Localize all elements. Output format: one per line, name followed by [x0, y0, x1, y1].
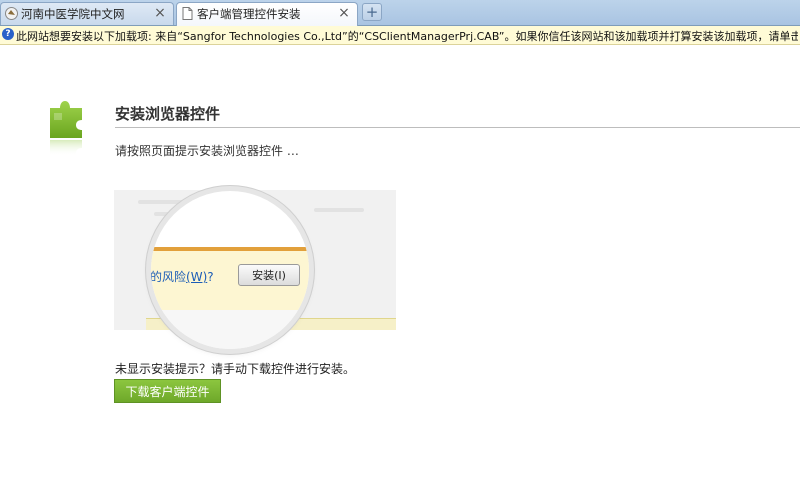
risk-question-text: 的风险(W)?: [151, 270, 214, 284]
close-icon[interactable]: ×: [337, 5, 351, 21]
puzzle-plugin-icon: [50, 101, 82, 156]
tab-strip: 河南中医学院中文网 × 客户端管理控件安装 × +: [0, 0, 800, 26]
page-title: 安装浏览器控件: [115, 105, 221, 123]
tab-client-control[interactable]: 客户端管理控件安装 ×: [176, 2, 358, 26]
illustration-install-button: 安装(I): [238, 264, 300, 286]
download-client-button[interactable]: 下载客户端控件: [114, 379, 221, 403]
instruction-text: 请按照页面提示安装浏览器控件 …: [115, 144, 299, 158]
title-divider: [115, 127, 800, 128]
info-bar-text[interactable]: 此网站想要安装以下加载项: 来自“Sangfor Technologies Co…: [16, 28, 798, 44]
close-icon[interactable]: ×: [153, 5, 167, 21]
new-tab-button[interactable]: +: [362, 3, 382, 21]
info-shield-icon: ?: [2, 28, 14, 40]
tab-henan-college[interactable]: 河南中医学院中文网 ×: [0, 2, 174, 25]
site-favicon-icon: [5, 7, 18, 20]
tab-title: 河南中医学院中文网: [21, 7, 125, 21]
page-icon: [182, 7, 193, 20]
magnifier-lens: 的风险(W)? 安装(I): [151, 191, 309, 349]
tab-title: 客户端管理控件安装: [197, 7, 301, 21]
no-prompt-text: 未显示安装提示？请手动下载控件进行安装。: [115, 362, 356, 376]
addon-info-bar[interactable]: ? 此网站想要安装以下加载项: 来自“Sangfor Technologies …: [0, 26, 800, 45]
